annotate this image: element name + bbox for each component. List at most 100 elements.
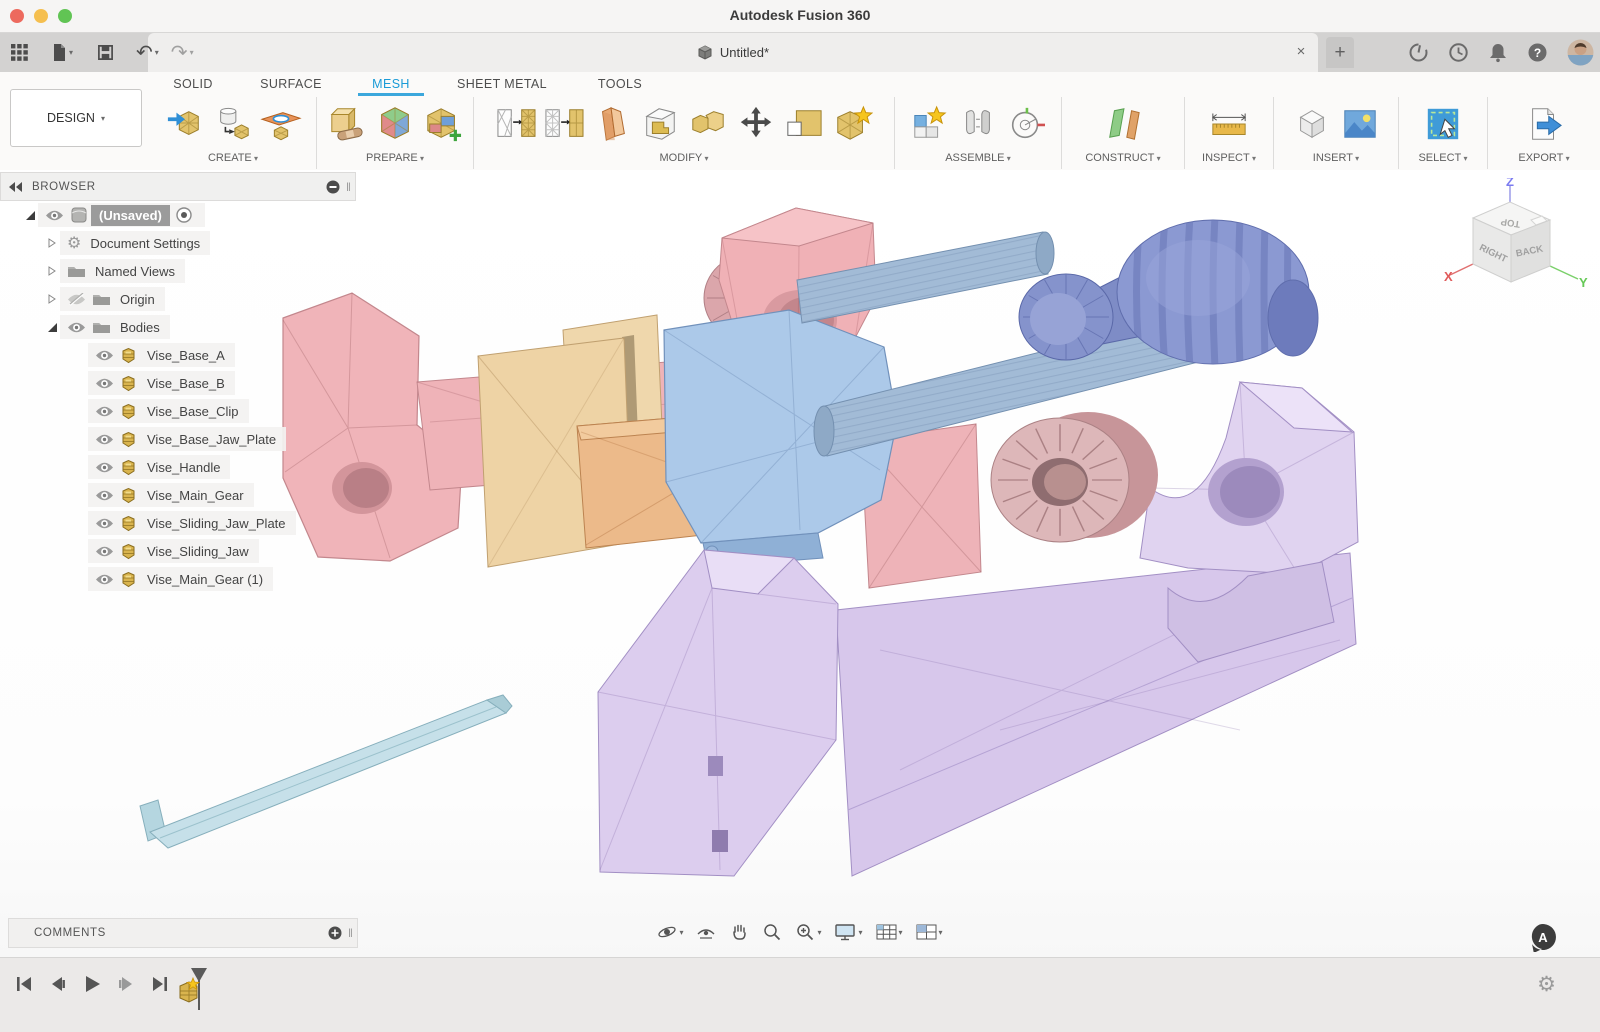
go-to-start-icon[interactable] [12,972,36,996]
tree-row-body[interactable]: Vise_Main_Gear (1) [0,565,356,593]
visibility-eye-icon[interactable] [95,433,114,446]
panel-resize-handle[interactable]: ‖ [346,180,351,194]
timeline-settings-gear-icon[interactable]: ⚙ [1537,972,1556,997]
avatar[interactable] [1567,39,1594,66]
shell-icon[interactable] [637,102,683,146]
visibility-eye-icon[interactable] [45,209,64,222]
timeline-feature[interactable] [168,966,214,1012]
joint-icon[interactable] [955,102,1001,146]
window-select-icon[interactable] [1420,102,1466,146]
close-tab-icon[interactable]: × [1292,43,1310,60]
visibility-eye-icon[interactable] [95,517,114,530]
tree-row-body[interactable]: Vise_Main_Gear [0,481,356,509]
tree-row-root[interactable]: (Unsaved) [0,201,356,229]
export-icon[interactable] [1521,102,1567,146]
zoom-icon[interactable] [759,920,785,944]
expanded-triangle-icon[interactable] [22,211,38,220]
construction-plane-icon[interactable] [1100,102,1146,146]
step-back-icon[interactable] [46,972,70,996]
visibility-eye-icon[interactable] [95,377,114,390]
activate-radio-icon[interactable] [176,207,192,223]
tree-row-body[interactable]: Vise_Handle [0,453,356,481]
reduce-icon[interactable] [541,102,587,146]
viewports-icon[interactable]: ▾ [913,921,946,943]
repair-icon[interactable] [324,102,370,146]
erase-and-fill-icon[interactable] [829,102,875,146]
visibility-eye-icon[interactable] [95,489,114,502]
root-document-label[interactable]: (Unsaved) [91,205,170,226]
job-status-icon[interactable] [1448,42,1469,63]
app-grid-icon[interactable] [8,38,31,68]
visibility-eye-icon[interactable] [95,573,114,586]
look-at-icon[interactable] [693,920,719,944]
collapse-panel-icon[interactable] [9,182,22,192]
visibility-eye-icon[interactable] [95,349,114,362]
remesh-icon[interactable] [493,102,539,146]
insert-mesh-icon[interactable] [162,102,208,146]
grid-snaps-icon[interactable]: ▾ [873,921,906,943]
group-label-prepare[interactable]: PREPARE [366,150,424,169]
display-mode-icon[interactable] [326,180,340,194]
extensions-icon[interactable] [1408,42,1429,63]
body-vise-handle-part[interactable] [140,695,512,848]
tab-solid[interactable]: SOLID [150,72,236,96]
group-label-assemble[interactable]: ASSEMBLE [945,150,1011,169]
tree-row-body[interactable]: Vise_Base_Clip [0,397,356,425]
visibility-off-eye-icon[interactable] [67,293,86,306]
viewport[interactable]: BROWSER ‖ (Unsaved) [0,170,1600,957]
group-label-insert[interactable]: INSERT [1313,150,1359,169]
help-icon[interactable]: ? [1527,42,1548,63]
tree-row-body[interactable]: Vise_Sliding_Jaw [0,537,356,565]
mesh-section-sketch-icon[interactable] [258,102,304,146]
tab-mesh[interactable]: MESH [346,72,436,96]
group-label-inspect[interactable]: INSPECT [1202,150,1256,169]
tree-row-body[interactable]: Vise_Base_B [0,369,356,397]
new-component-icon[interactable] [907,102,953,146]
measure-icon[interactable] [1206,102,1252,146]
visibility-eye-icon[interactable] [95,545,114,558]
collapsed-triangle-icon[interactable] [44,294,60,304]
collapsed-triangle-icon[interactable] [44,266,60,276]
collapsed-triangle-icon[interactable] [44,238,60,248]
assistant-badge[interactable]: A [1528,922,1558,952]
step-forward-icon[interactable] [114,972,138,996]
tree-row-bodies[interactable]: Bodies [0,313,356,341]
group-label-select[interactable]: SELECT [1418,150,1467,169]
new-tab-button[interactable]: + [1326,37,1354,68]
tree-row-body[interactable]: Vise_Sliding_Jaw_Plate [0,509,356,537]
tree-row-origin[interactable]: Origin [0,285,356,313]
move-icon[interactable] [733,102,779,146]
undo-icon[interactable]: ↶▾ [133,38,162,68]
orbit-icon[interactable]: ▾ [654,920,686,944]
visibility-eye-icon[interactable] [95,461,114,474]
notifications-icon[interactable] [1488,42,1508,63]
display-settings-icon[interactable]: ▾ [831,920,865,944]
expanded-triangle-icon[interactable] [44,323,60,332]
visibility-eye-icon[interactable] [67,321,86,334]
group-label-export[interactable]: EXPORT [1518,150,1569,169]
combine-icon[interactable] [685,102,731,146]
tree-row-body[interactable]: Vise_Base_Jaw_Plate [0,425,356,453]
generate-face-groups-icon[interactable] [420,102,466,146]
tree-row-body[interactable]: Vise_Base_A [0,341,356,369]
fit-icon[interactable]: ▾ [792,920,824,944]
workspace-selector[interactable]: DESIGN ▾ [10,89,142,147]
browser-header[interactable]: BROWSER ‖ [0,172,356,201]
create-mesh-icon[interactable] [210,102,256,146]
group-label-construct[interactable]: CONSTRUCT [1085,150,1160,169]
visibility-eye-icon[interactable] [95,405,114,418]
view-cube[interactable]: Z X Y TOP RIGHT BACK [1436,178,1588,310]
play-icon[interactable] [80,972,104,996]
tab-tools[interactable]: TOOLS [568,72,672,96]
mesh-segmentation-icon[interactable] [372,102,418,146]
tab-surface[interactable]: SURFACE [236,72,346,96]
body-vise-main-gear-1-part[interactable] [991,412,1158,542]
thicken-icon[interactable] [589,102,635,146]
replace-with-primitive-icon[interactable] [781,102,827,146]
redo-icon[interactable]: ↷▾ [168,38,197,68]
group-label-modify[interactable]: MODIFY [659,150,708,169]
tab-sheet-metal[interactable]: SHEET METAL [436,72,568,96]
as-built-joint-icon[interactable] [1003,102,1049,146]
pan-icon[interactable] [726,920,752,944]
body-vise-handle-knob-part[interactable] [1019,216,1318,368]
